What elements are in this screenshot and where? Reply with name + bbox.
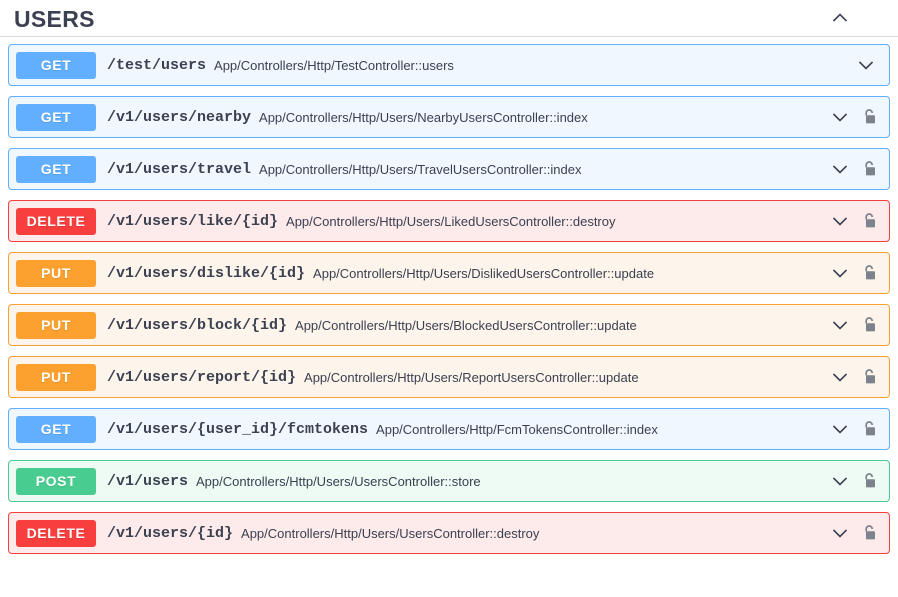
operations-list: GET/test/users App/Controllers/Http/TestC… xyxy=(0,37,898,554)
operation-summary: App/Controllers/Http/Users/BlockedUsersC… xyxy=(295,317,637,333)
operation-row[interactable]: GET/v1/users/travel App/Controllers/Http/… xyxy=(8,148,890,190)
operation-path: /v1/users/travel xyxy=(107,160,252,178)
operation-path: /v1/users/like/{id} xyxy=(107,212,279,230)
operation-summary: App/Controllers/Http/TestController::use… xyxy=(214,57,454,73)
operation-summary: App/Controllers/Http/Users/LikedUsersCon… xyxy=(286,213,616,229)
tag-header-users[interactable]: USERS xyxy=(0,0,898,37)
chevron-up-icon[interactable] xyxy=(828,6,852,30)
api-tag-section-users: USERS GET/test/users App/Controllers/Http… xyxy=(0,0,898,554)
operation-summary: App/Controllers/Http/Users/NearbyUsersCo… xyxy=(259,109,588,125)
chevron-down-icon[interactable] xyxy=(829,106,851,128)
unlocked-padlock-icon[interactable] xyxy=(859,106,881,128)
operation-controls xyxy=(855,54,881,76)
operation-summary: App/Controllers/Http/Users/DislikedUsers… xyxy=(313,265,655,281)
http-method-badge: PUT xyxy=(16,311,96,339)
operation-summary: App/Controllers/Http/FcmTokensController… xyxy=(376,421,658,437)
http-method-badge: GET xyxy=(16,51,96,79)
operation-path: /v1/users/block/{id} xyxy=(107,316,288,334)
unlocked-padlock-icon[interactable] xyxy=(859,366,881,388)
chevron-down-icon[interactable] xyxy=(829,314,851,336)
operation-path: /test/users xyxy=(107,56,207,74)
operation-row[interactable]: GET/v1/users/{user_id}/fcmtokens App/Cont… xyxy=(8,408,890,450)
chevron-down-icon[interactable] xyxy=(829,470,851,492)
operation-row[interactable]: PUT/v1/users/block/{id} App/Controllers/H… xyxy=(8,304,890,346)
operation-controls xyxy=(829,106,881,128)
chevron-down-icon[interactable] xyxy=(829,366,851,388)
operation-path: /v1/users/{user_id}/fcmtokens xyxy=(107,420,369,438)
operation-row[interactable]: GET/test/users App/Controllers/Http/TestC… xyxy=(8,44,890,86)
operation-path: /v1/users/{id} xyxy=(107,524,234,542)
operation-path: /v1/users/dislike/{id} xyxy=(107,264,306,282)
operation-summary: App/Controllers/Http/Users/UsersControll… xyxy=(196,473,481,489)
chevron-down-icon[interactable] xyxy=(855,54,877,76)
operation-path: /v1/users/report/{id} xyxy=(107,368,297,386)
operation-path: /v1/users/nearby xyxy=(107,108,252,126)
unlocked-padlock-icon[interactable] xyxy=(859,158,881,180)
operation-controls xyxy=(829,366,881,388)
operation-summary: App/Controllers/Http/Users/UsersControll… xyxy=(241,525,540,541)
unlocked-padlock-icon[interactable] xyxy=(859,418,881,440)
http-method-badge: DELETE xyxy=(16,519,96,547)
operation-controls xyxy=(829,158,881,180)
unlocked-padlock-icon[interactable] xyxy=(859,314,881,336)
operation-summary: App/Controllers/Http/Users/ReportUsersCo… xyxy=(304,369,639,385)
chevron-down-icon[interactable] xyxy=(829,522,851,544)
operation-row[interactable]: POST/v1/users App/Controllers/Http/Users/… xyxy=(8,460,890,502)
operation-summary: App/Controllers/Http/Users/TravelUsersCo… xyxy=(259,161,582,177)
operation-row[interactable]: GET/v1/users/nearby App/Controllers/Http/… xyxy=(8,96,890,138)
http-method-badge: DELETE xyxy=(16,207,96,235)
operation-controls xyxy=(829,262,881,284)
operation-controls xyxy=(829,210,881,232)
operation-row[interactable]: DELETE/v1/users/like/{id} App/Controllers… xyxy=(8,200,890,242)
unlocked-padlock-icon[interactable] xyxy=(859,522,881,544)
chevron-down-icon[interactable] xyxy=(829,158,851,180)
chevron-down-icon[interactable] xyxy=(829,210,851,232)
operation-controls xyxy=(829,314,881,336)
unlocked-padlock-icon[interactable] xyxy=(859,210,881,232)
chevron-down-icon[interactable] xyxy=(829,262,851,284)
operation-controls xyxy=(829,522,881,544)
http-method-badge: PUT xyxy=(16,363,96,391)
unlocked-padlock-icon[interactable] xyxy=(859,262,881,284)
http-method-badge: POST xyxy=(16,467,96,495)
operation-row[interactable]: PUT/v1/users/report/{id} App/Controllers/… xyxy=(8,356,890,398)
http-method-badge: GET xyxy=(16,415,96,443)
operation-row[interactable]: DELETE/v1/users/{id} App/Controllers/Http… xyxy=(8,512,890,554)
page-title: USERS xyxy=(14,5,95,32)
operation-controls xyxy=(829,418,881,440)
operation-path: /v1/users xyxy=(107,472,189,490)
chevron-down-icon[interactable] xyxy=(829,418,851,440)
operation-controls xyxy=(829,470,881,492)
http-method-badge: GET xyxy=(16,155,96,183)
http-method-badge: PUT xyxy=(16,259,96,287)
operation-row[interactable]: PUT/v1/users/dislike/{id} App/Controllers… xyxy=(8,252,890,294)
unlocked-padlock-icon[interactable] xyxy=(859,470,881,492)
http-method-badge: GET xyxy=(16,103,96,131)
